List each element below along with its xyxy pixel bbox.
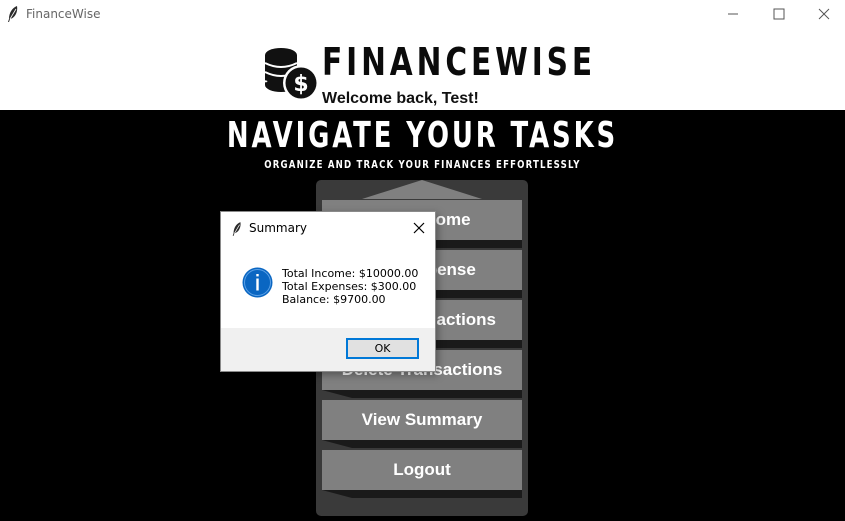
menu-separator [322,440,522,448]
total-income-text: Total Income: $10000.00 [282,267,419,280]
svg-text:$: $ [293,72,308,97]
app-header: $ FINANCEWISE Welcome back, Test! [0,28,845,110]
dialog-footer: OK [221,328,435,371]
minimize-button[interactable] [710,0,756,28]
summary-text: Total Income: $10000.00 Total Expenses: … [282,267,418,306]
ok-button[interactable]: OK [346,338,419,359]
window-close-button[interactable] [801,0,845,28]
logout-button[interactable]: Logout [322,450,522,490]
balance-text: Balance: $9700.00 [282,293,386,306]
menu-separator [322,390,522,398]
maximize-button[interactable] [756,0,802,28]
close-icon[interactable] [411,220,427,236]
view-summary-button[interactable]: View Summary [322,400,522,440]
menu-separator [322,490,522,498]
welcome-message: Welcome back, Test! [322,90,479,107]
total-expenses-text: Total Expenses: $300.00 [282,280,417,293]
page-title: NAVIGATE YOUR TASKS [226,115,619,156]
minimize-icon [728,13,738,15]
dialog-title: Summary [249,221,307,235]
feather-icon [232,222,241,236]
window-titlebar: FinanceWise [0,0,845,28]
summary-dialog: Summary Total Income: $10000.00 Total Ex… [220,211,436,372]
window-title: FinanceWise [26,7,101,21]
menu-top-arrow [362,180,482,199]
info-icon [242,267,273,298]
feather-icon [8,6,18,22]
brand-title: FINANCEWISE [322,40,597,84]
maximize-icon [773,8,785,20]
close-icon [818,8,830,20]
coins-dollar-icon: $ [264,48,319,101]
page-subtitle: ORGANIZE AND TRACK YOUR FINANCES EFFORTL… [264,158,581,171]
